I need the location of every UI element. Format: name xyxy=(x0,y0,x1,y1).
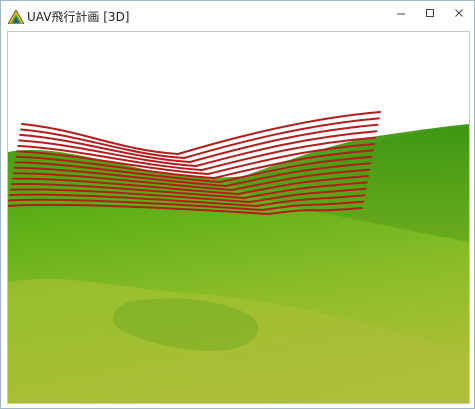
close-button[interactable] xyxy=(442,1,475,25)
window-title: UAV飛行計画 [3D] xyxy=(27,10,130,24)
title-bar[interactable]: UAV飛行計画 [3D] xyxy=(1,1,474,31)
maximize-icon xyxy=(425,8,435,18)
3d-viewport[interactable] xyxy=(7,31,470,404)
close-icon xyxy=(454,8,464,18)
terrain-triangle-icon xyxy=(7,8,25,25)
app-window: UAV飛行計画 [3D] xyxy=(0,0,475,409)
minimize-icon xyxy=(396,8,406,18)
terrain-scene xyxy=(8,32,469,403)
